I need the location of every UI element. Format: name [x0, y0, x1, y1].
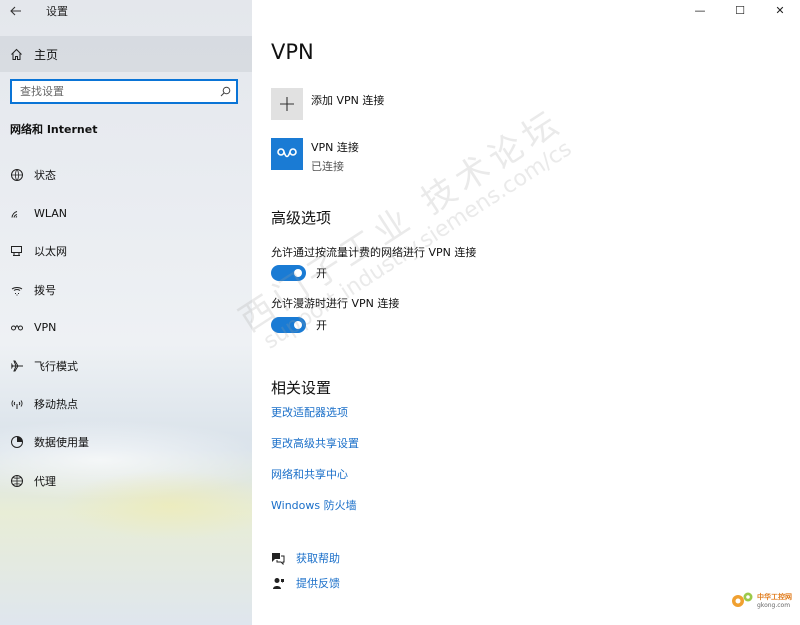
- gear-icon: [732, 592, 753, 607]
- search-icon[interactable]: [214, 86, 236, 97]
- main-content: — ☐ ✕ VPN 添加 VPN 连接 VPN 连接 已连接 高级选项 允许通过…: [252, 0, 800, 625]
- metered-toggle-label: 允许通过按流量计费的网络进行 VPN 连接: [271, 246, 477, 259]
- feedback-person-icon: [271, 577, 285, 590]
- sidebar-item-data-usage[interactable]: 数据使用量: [0, 423, 252, 461]
- feedback-label: 提供反馈: [296, 577, 340, 590]
- metered-toggle[interactable]: [271, 265, 306, 281]
- data-usage-icon: [0, 435, 32, 449]
- vpn-icon: [0, 323, 32, 333]
- sidebar-item-vpn[interactable]: VPN: [0, 309, 252, 347]
- page-title: VPN: [271, 40, 314, 64]
- roaming-toggle[interactable]: [271, 317, 306, 333]
- back-button[interactable]: [0, 0, 32, 22]
- window-controls: — ☐ ✕: [680, 0, 800, 20]
- sidebar-item-label: VPN: [34, 321, 57, 335]
- network-sharing-center-link[interactable]: 网络和共享中心: [271, 466, 348, 482]
- related-settings-title: 相关设置: [271, 379, 332, 397]
- get-help-label: 获取帮助: [296, 552, 340, 565]
- sidebar-item-proxy[interactable]: 代理: [0, 462, 252, 500]
- sidebar-nav: 状态 WLAN 以太网 拨号 VPN 飞行模式 移动热点 数据使用量 代理: [0, 156, 252, 500]
- windows-firewall-link[interactable]: Windows 防火墙: [271, 497, 357, 513]
- wifi-icon: [0, 207, 32, 219]
- search-input[interactable]: [12, 81, 214, 102]
- sidebar-item-label: 状态: [34, 169, 56, 183]
- home-label: 主页: [34, 47, 59, 62]
- airplane-icon: [0, 359, 32, 373]
- hotspot-icon: [0, 398, 32, 410]
- app-title: 设置: [46, 5, 68, 18]
- roaming-toggle-label: 允许漫游时进行 VPN 连接: [271, 297, 400, 310]
- home-icon: [0, 48, 32, 61]
- metered-toggle-row: 开: [271, 265, 327, 281]
- ethernet-icon: [0, 245, 32, 257]
- sidebar-item-label: 拨号: [34, 283, 56, 297]
- vpn-connection-status: 已连接: [311, 160, 344, 173]
- advanced-sharing-link[interactable]: 更改高级共享设置: [271, 435, 359, 451]
- sidebar-item-label: 飞行模式: [34, 360, 78, 374]
- advanced-options-title: 高级选项: [271, 209, 332, 227]
- corner-logo-line1: 中华工控网: [757, 592, 792, 601]
- search-field[interactable]: [10, 79, 238, 104]
- minimize-button[interactable]: —: [680, 0, 720, 20]
- sidebar-item-hotspot[interactable]: 移动热点: [0, 385, 252, 423]
- sidebar-item-label: 数据使用量: [34, 436, 89, 450]
- back-arrow-icon: [10, 6, 21, 16]
- sidebar-item-dialup[interactable]: 拨号: [0, 271, 252, 309]
- metered-toggle-state: 开: [316, 267, 327, 280]
- vpn-connection-icon: [271, 138, 303, 170]
- change-adapter-options-link[interactable]: 更改适配器选项: [271, 404, 348, 420]
- vpn-connection-item[interactable]: VPN 连接 已连接: [271, 138, 359, 174]
- sidebar-item-airplane[interactable]: 飞行模式: [0, 347, 252, 385]
- sidebar-item-label: 移动热点: [34, 398, 78, 412]
- add-vpn-button[interactable]: 添加 VPN 连接: [271, 88, 384, 120]
- sidebar-item-home[interactable]: 主页: [0, 36, 252, 72]
- corner-logo: 中华工控网 gkong.com: [729, 589, 792, 611]
- sidebar-item-ethernet[interactable]: 以太网: [0, 232, 252, 270]
- get-help-link[interactable]: 获取帮助: [271, 550, 340, 566]
- sidebar-item-label: 代理: [34, 474, 56, 488]
- maximize-button[interactable]: ☐: [720, 0, 760, 20]
- title-bar: 设置: [0, 0, 68, 22]
- dialup-icon: [0, 284, 32, 296]
- close-button[interactable]: ✕: [760, 0, 800, 20]
- roaming-toggle-state: 开: [316, 319, 327, 332]
- sidebar-item-status[interactable]: 状态: [0, 156, 252, 194]
- proxy-globe-icon: [0, 474, 32, 488]
- sidebar: 设置 主页 网络和 Internet 状态 WLAN: [0, 0, 252, 625]
- vpn-connection-name: VPN 连接: [311, 141, 359, 154]
- plus-icon: [271, 88, 303, 120]
- sidebar-item-label: WLAN: [34, 206, 68, 220]
- help-chat-icon: [271, 552, 285, 565]
- roaming-toggle-row: 开: [271, 317, 327, 333]
- sidebar-item-wlan[interactable]: WLAN: [0, 194, 252, 232]
- feedback-link[interactable]: 提供反馈: [271, 575, 340, 591]
- globe-status-icon: [0, 168, 32, 182]
- sidebar-item-label: 以太网: [34, 245, 67, 259]
- section-title: 网络和 Internet: [10, 123, 98, 136]
- add-vpn-label: 添加 VPN 连接: [311, 94, 385, 107]
- corner-logo-line2: gkong.com: [757, 601, 791, 609]
